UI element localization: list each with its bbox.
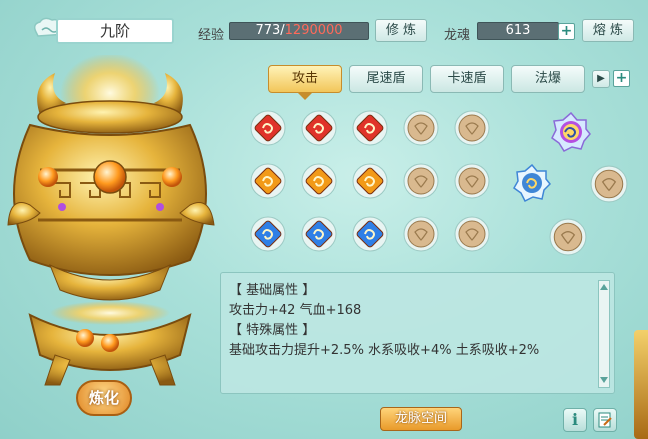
exp-bar: 773/1290000: [229, 22, 369, 40]
tab-card-speed-shield[interactable]: 卡速盾: [430, 65, 504, 93]
empty-gem-slot-icon[interactable]: [403, 163, 439, 199]
blue-dragon-gem-icon[interactable]: [352, 216, 388, 252]
base-attribute-values: 攻击力+42 气血+168: [229, 303, 362, 318]
tab-tail-speed-shield[interactable]: 尾速盾: [349, 65, 423, 93]
empty-gem-slot-icon[interactable]: [454, 110, 490, 146]
add-dragon-soul-button[interactable]: +: [558, 23, 575, 40]
scroll-down-arrow-icon[interactable]: [600, 377, 608, 385]
side-menu-tab-icon[interactable]: [634, 330, 648, 439]
empty-gem-slot-icon[interactable]: [403, 110, 439, 146]
blue-dragon-gem-icon[interactable]: [250, 216, 286, 252]
attribute-scrollbar[interactable]: [598, 280, 610, 388]
dragon-soul-label: 龙魂: [444, 28, 471, 43]
exp-label: 经验: [198, 28, 225, 43]
active-tab-pointer: [298, 93, 312, 100]
smelt-button[interactable]: 熔 炼: [582, 19, 634, 42]
tab-attack[interactable]: 攻击: [268, 65, 342, 93]
empty-gem-slot-icon[interactable]: [454, 216, 490, 252]
blue-dragon-gem-icon[interactable]: [301, 216, 337, 252]
empty-gem-slot-icon[interactable]: [454, 163, 490, 199]
empty-gem-slot-icon[interactable]: [549, 218, 587, 256]
tab-magic-crit[interactable]: 法爆: [511, 65, 585, 93]
edit-note-icon[interactable]: [593, 408, 617, 432]
red-dragon-gem-icon[interactable]: [301, 110, 337, 146]
special-attribute-header: 【 特殊属性 】: [229, 323, 316, 338]
empty-gem-slot-icon[interactable]: [403, 216, 439, 252]
empty-gem-slot-icon[interactable]: [590, 165, 628, 203]
base-attribute-header: 【 基础属性 】: [229, 283, 316, 298]
realm-title: 九阶: [56, 18, 174, 44]
orange-dragon-gem-icon[interactable]: [250, 163, 286, 199]
add-tab-button[interactable]: +: [613, 70, 630, 87]
dragon-soul-value: 613: [477, 22, 559, 40]
next-tab-arrow-icon[interactable]: ▶: [592, 70, 610, 88]
exp-current: 773: [255, 23, 281, 38]
orange-dragon-gem-icon[interactable]: [352, 163, 388, 199]
rainbow-dragon-gem-icon[interactable]: [551, 112, 591, 152]
scroll-up-arrow-icon[interactable]: [600, 282, 608, 290]
info-icon[interactable]: i: [563, 408, 587, 432]
dragon-space-button[interactable]: 龙脉空间: [380, 407, 462, 431]
exp-max: 1290000: [284, 23, 343, 38]
orange-dragon-gem-icon[interactable]: [301, 163, 337, 199]
refine-button[interactable]: 炼化: [76, 380, 132, 416]
special-attribute-values: 基础攻击力提升+2.5% 水系吸收+4% 土系吸收+2%: [229, 343, 540, 358]
red-dragon-gem-icon[interactable]: [352, 110, 388, 146]
gem-grid: [250, 110, 500, 260]
red-dragon-gem-icon[interactable]: [250, 110, 286, 146]
cultivate-button[interactable]: 修 炼: [375, 19, 427, 42]
attribute-panel: 【 基础属性 】 攻击力+42 气血+168 【 特殊属性 】 基础攻击力提升+…: [220, 272, 615, 394]
blue-dragon-gem-icon[interactable]: [513, 164, 551, 202]
